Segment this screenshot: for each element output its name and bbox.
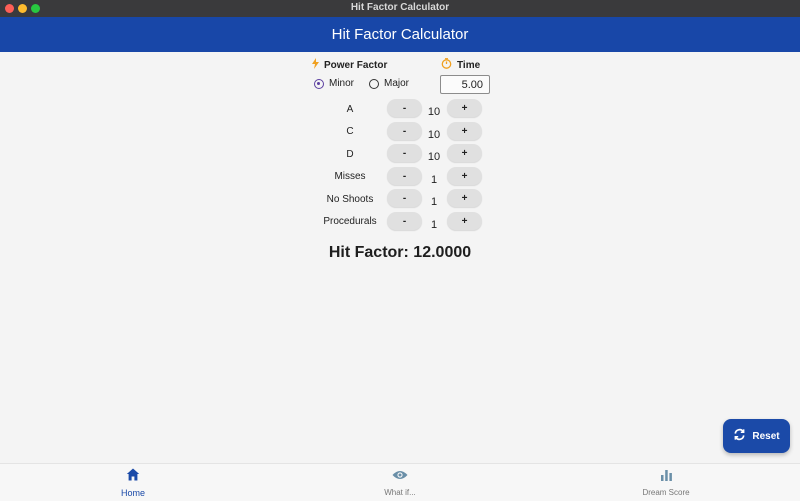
misses-plus-button[interactable]: + — [447, 167, 482, 185]
no-shoots-count: 1 — [430, 196, 438, 208]
power-factor-label: Power Factor — [324, 59, 388, 71]
row-label-no-shoots: No Shoots — [326, 194, 374, 205]
refresh-icon — [733, 428, 746, 444]
bottom-navigation: Home What if... Dream Score — [0, 463, 800, 501]
reset-button[interactable]: Reset — [723, 419, 790, 453]
nav-label-home: Home — [120, 488, 145, 498]
nav-item-dream-score[interactable]: Dream Score — [611, 468, 721, 497]
d-plus-button[interactable]: + — [447, 144, 482, 162]
page-title: Hit Factor Calculator — [331, 26, 469, 43]
nav-item-home[interactable]: Home — [78, 468, 188, 498]
time-header: Time — [441, 58, 480, 72]
c-minus-button[interactable]: - — [387, 122, 422, 140]
procedurals-plus-button[interactable]: + — [447, 212, 482, 230]
hit-factor-result: Hit Factor: 12.0000 — [328, 244, 472, 261]
procedurals-minus-button[interactable]: - — [387, 212, 422, 230]
radio-major[interactable]: Major — [369, 78, 409, 89]
misses-count: 1 — [430, 174, 438, 186]
power-factor-header: Power Factor — [312, 58, 387, 72]
c-count: 10 — [427, 129, 441, 141]
a-minus-button[interactable]: - — [387, 99, 422, 117]
window-titlebar: Hit Factor Calculator — [0, 0, 800, 18]
d-count: 10 — [427, 151, 441, 163]
radio-minor-indicator[interactable] — [314, 78, 324, 89]
procedurals-count: 1 — [430, 219, 438, 231]
radio-major-label: Major — [384, 78, 410, 89]
c-plus-button[interactable]: + — [447, 122, 482, 140]
a-count: 10 — [427, 106, 441, 118]
radio-minor[interactable]: Minor — [314, 78, 354, 89]
row-label-a: A — [346, 104, 354, 115]
eye-icon — [392, 468, 408, 486]
nav-label-what-if: What if... — [384, 488, 416, 497]
row-label-c: C — [346, 126, 354, 137]
bar-chart-icon — [660, 468, 673, 486]
home-icon — [126, 468, 140, 486]
nav-label-dream-score: Dream Score — [642, 488, 690, 497]
nav-item-what-if[interactable]: What if... — [345, 468, 455, 497]
row-label-d: D — [346, 149, 354, 160]
radio-minor-label: Minor — [329, 78, 355, 89]
misses-minus-button[interactable]: - — [387, 167, 422, 185]
a-plus-button[interactable]: + — [447, 99, 482, 117]
no-shoots-minus-button[interactable]: - — [387, 189, 422, 207]
no-shoots-plus-button[interactable]: + — [447, 189, 482, 207]
time-input[interactable]: 5.00 — [440, 75, 490, 94]
app-bar: Hit Factor Calculator — [0, 17, 800, 52]
time-label: Time — [457, 59, 481, 71]
window-title: Hit Factor Calculator — [350, 2, 450, 13]
row-label-misses: Misses — [334, 171, 366, 182]
radio-major-indicator[interactable] — [369, 78, 379, 89]
lightning-icon — [312, 58, 319, 72]
d-minus-button[interactable]: - — [387, 144, 422, 162]
reset-label: Reset — [752, 430, 780, 442]
row-label-procedurals: Procedurals — [323, 216, 377, 227]
timer-icon — [441, 58, 452, 72]
